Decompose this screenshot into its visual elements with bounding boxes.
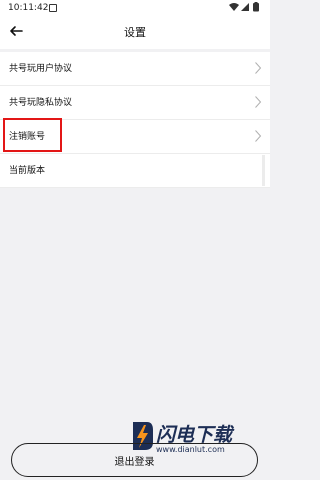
- chevron-right-icon: [255, 62, 262, 74]
- page-title: 设置: [124, 26, 146, 39]
- user-agreement-item[interactable]: 共号玩用户协议: [0, 52, 270, 86]
- app-bar: 设置: [0, 16, 270, 49]
- privacy-policy-label: 共号玩隐私协议: [9, 98, 73, 108]
- chevron-right-icon: [255, 130, 262, 142]
- battery-icon: [253, 2, 259, 12]
- notification-icon: [49, 4, 57, 12]
- current-version-item: 当前版本: [0, 154, 270, 188]
- delete-account-item[interactable]: 注销账号: [0, 120, 270, 154]
- status-icons: [229, 2, 259, 12]
- logout-button[interactable]: 退出登录: [11, 443, 258, 477]
- privacy-policy-item[interactable]: 共号玩隐私协议: [0, 86, 270, 120]
- scroll-indicator: [262, 155, 265, 186]
- user-agreement-label: 共号玩用户协议: [9, 64, 73, 74]
- wifi-icon: [229, 3, 239, 11]
- signal-icon: [241, 3, 249, 11]
- delete-account-label: 注销账号: [9, 132, 46, 142]
- chevron-right-icon: [255, 96, 262, 108]
- current-version-label: 当前版本: [9, 166, 46, 176]
- settings-list: 共号玩用户协议 共号玩隐私协议 注销账号 当前版本: [0, 52, 270, 188]
- logout-label: 退出登录: [114, 456, 155, 468]
- status-bar: 10:11:42: [0, 0, 270, 16]
- status-time: 10:11:42: [8, 3, 49, 13]
